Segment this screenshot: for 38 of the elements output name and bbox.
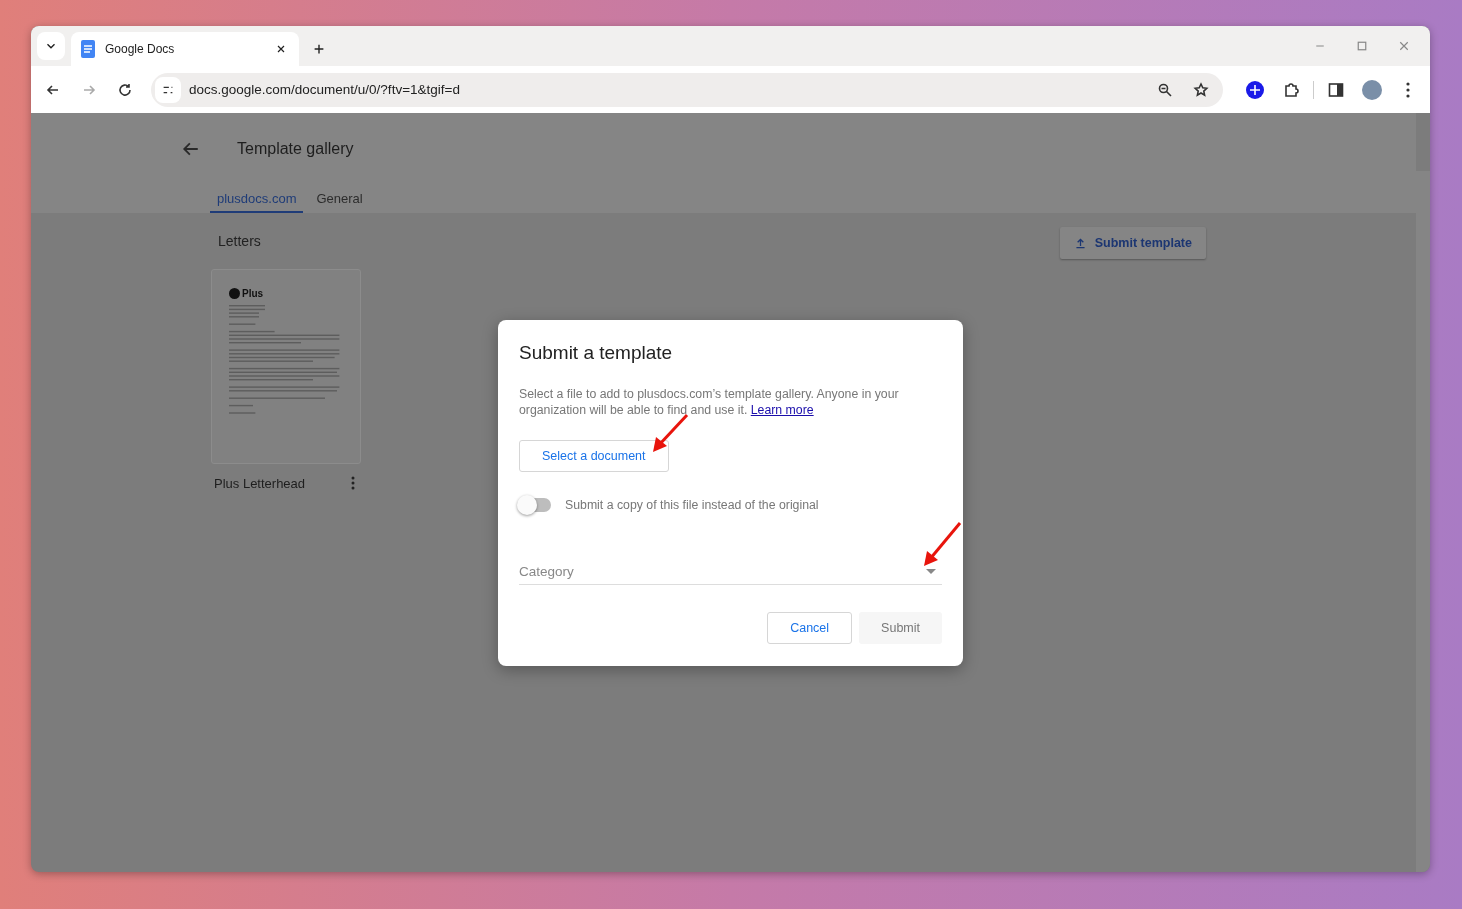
annotation-arrow	[922, 521, 962, 567]
annotation-arrow	[651, 413, 689, 453]
tab-title: Google Docs	[105, 42, 176, 56]
gallery-tab[interactable]: General	[309, 185, 370, 213]
scrollbar[interactable]	[1416, 171, 1430, 872]
template-name: Plus Letterhead	[214, 475, 306, 491]
extension-icon	[1246, 80, 1264, 99]
side-panel-icon	[1328, 81, 1344, 98]
gallery-tab[interactable]: plusdocs.com	[210, 185, 304, 213]
back-arrow-icon	[182, 140, 200, 158]
maximize-icon	[1356, 40, 1368, 52]
close-icon	[275, 43, 287, 55]
section-title: Letters	[218, 233, 262, 249]
puzzle-icon	[1283, 81, 1299, 98]
dialog-title: Submit a template	[519, 342, 674, 364]
browser-tab[interactable]: Google Docs	[71, 32, 299, 66]
close-icon	[1398, 40, 1410, 52]
copy-toggle[interactable]	[519, 498, 551, 512]
dialog-description: Select a file to add to plusdocs.com’s template gallery. Anyone in your organization will be able to find and use it. Learn more	[519, 386, 900, 418]
logo-text: Plus	[242, 288, 264, 299]
reload-icon	[117, 81, 133, 98]
learn-more-link[interactable]: Learn more	[750, 403, 814, 417]
avatar	[1362, 79, 1382, 100]
submit-template-button[interactable]: Submit template	[1059, 227, 1206, 259]
dropdown-arrow-icon	[926, 568, 936, 574]
select-document-button[interactable]: Select a document	[519, 440, 669, 472]
docs-icon	[81, 40, 95, 58]
toggle-label: Submit a copy of this file instead of the original	[565, 498, 819, 512]
more-icon	[351, 476, 355, 490]
upload-icon	[1073, 236, 1087, 250]
plus-icon	[312, 42, 326, 56]
page-title: Template gallery	[237, 140, 354, 158]
magnifier-icon	[1157, 81, 1173, 98]
logo-icon	[229, 288, 240, 299]
cancel-button[interactable]: Cancel	[767, 612, 853, 644]
document-thumbnail[interactable]: Plus	[211, 269, 361, 464]
star-icon	[1193, 81, 1209, 98]
more-icon	[1406, 81, 1410, 98]
